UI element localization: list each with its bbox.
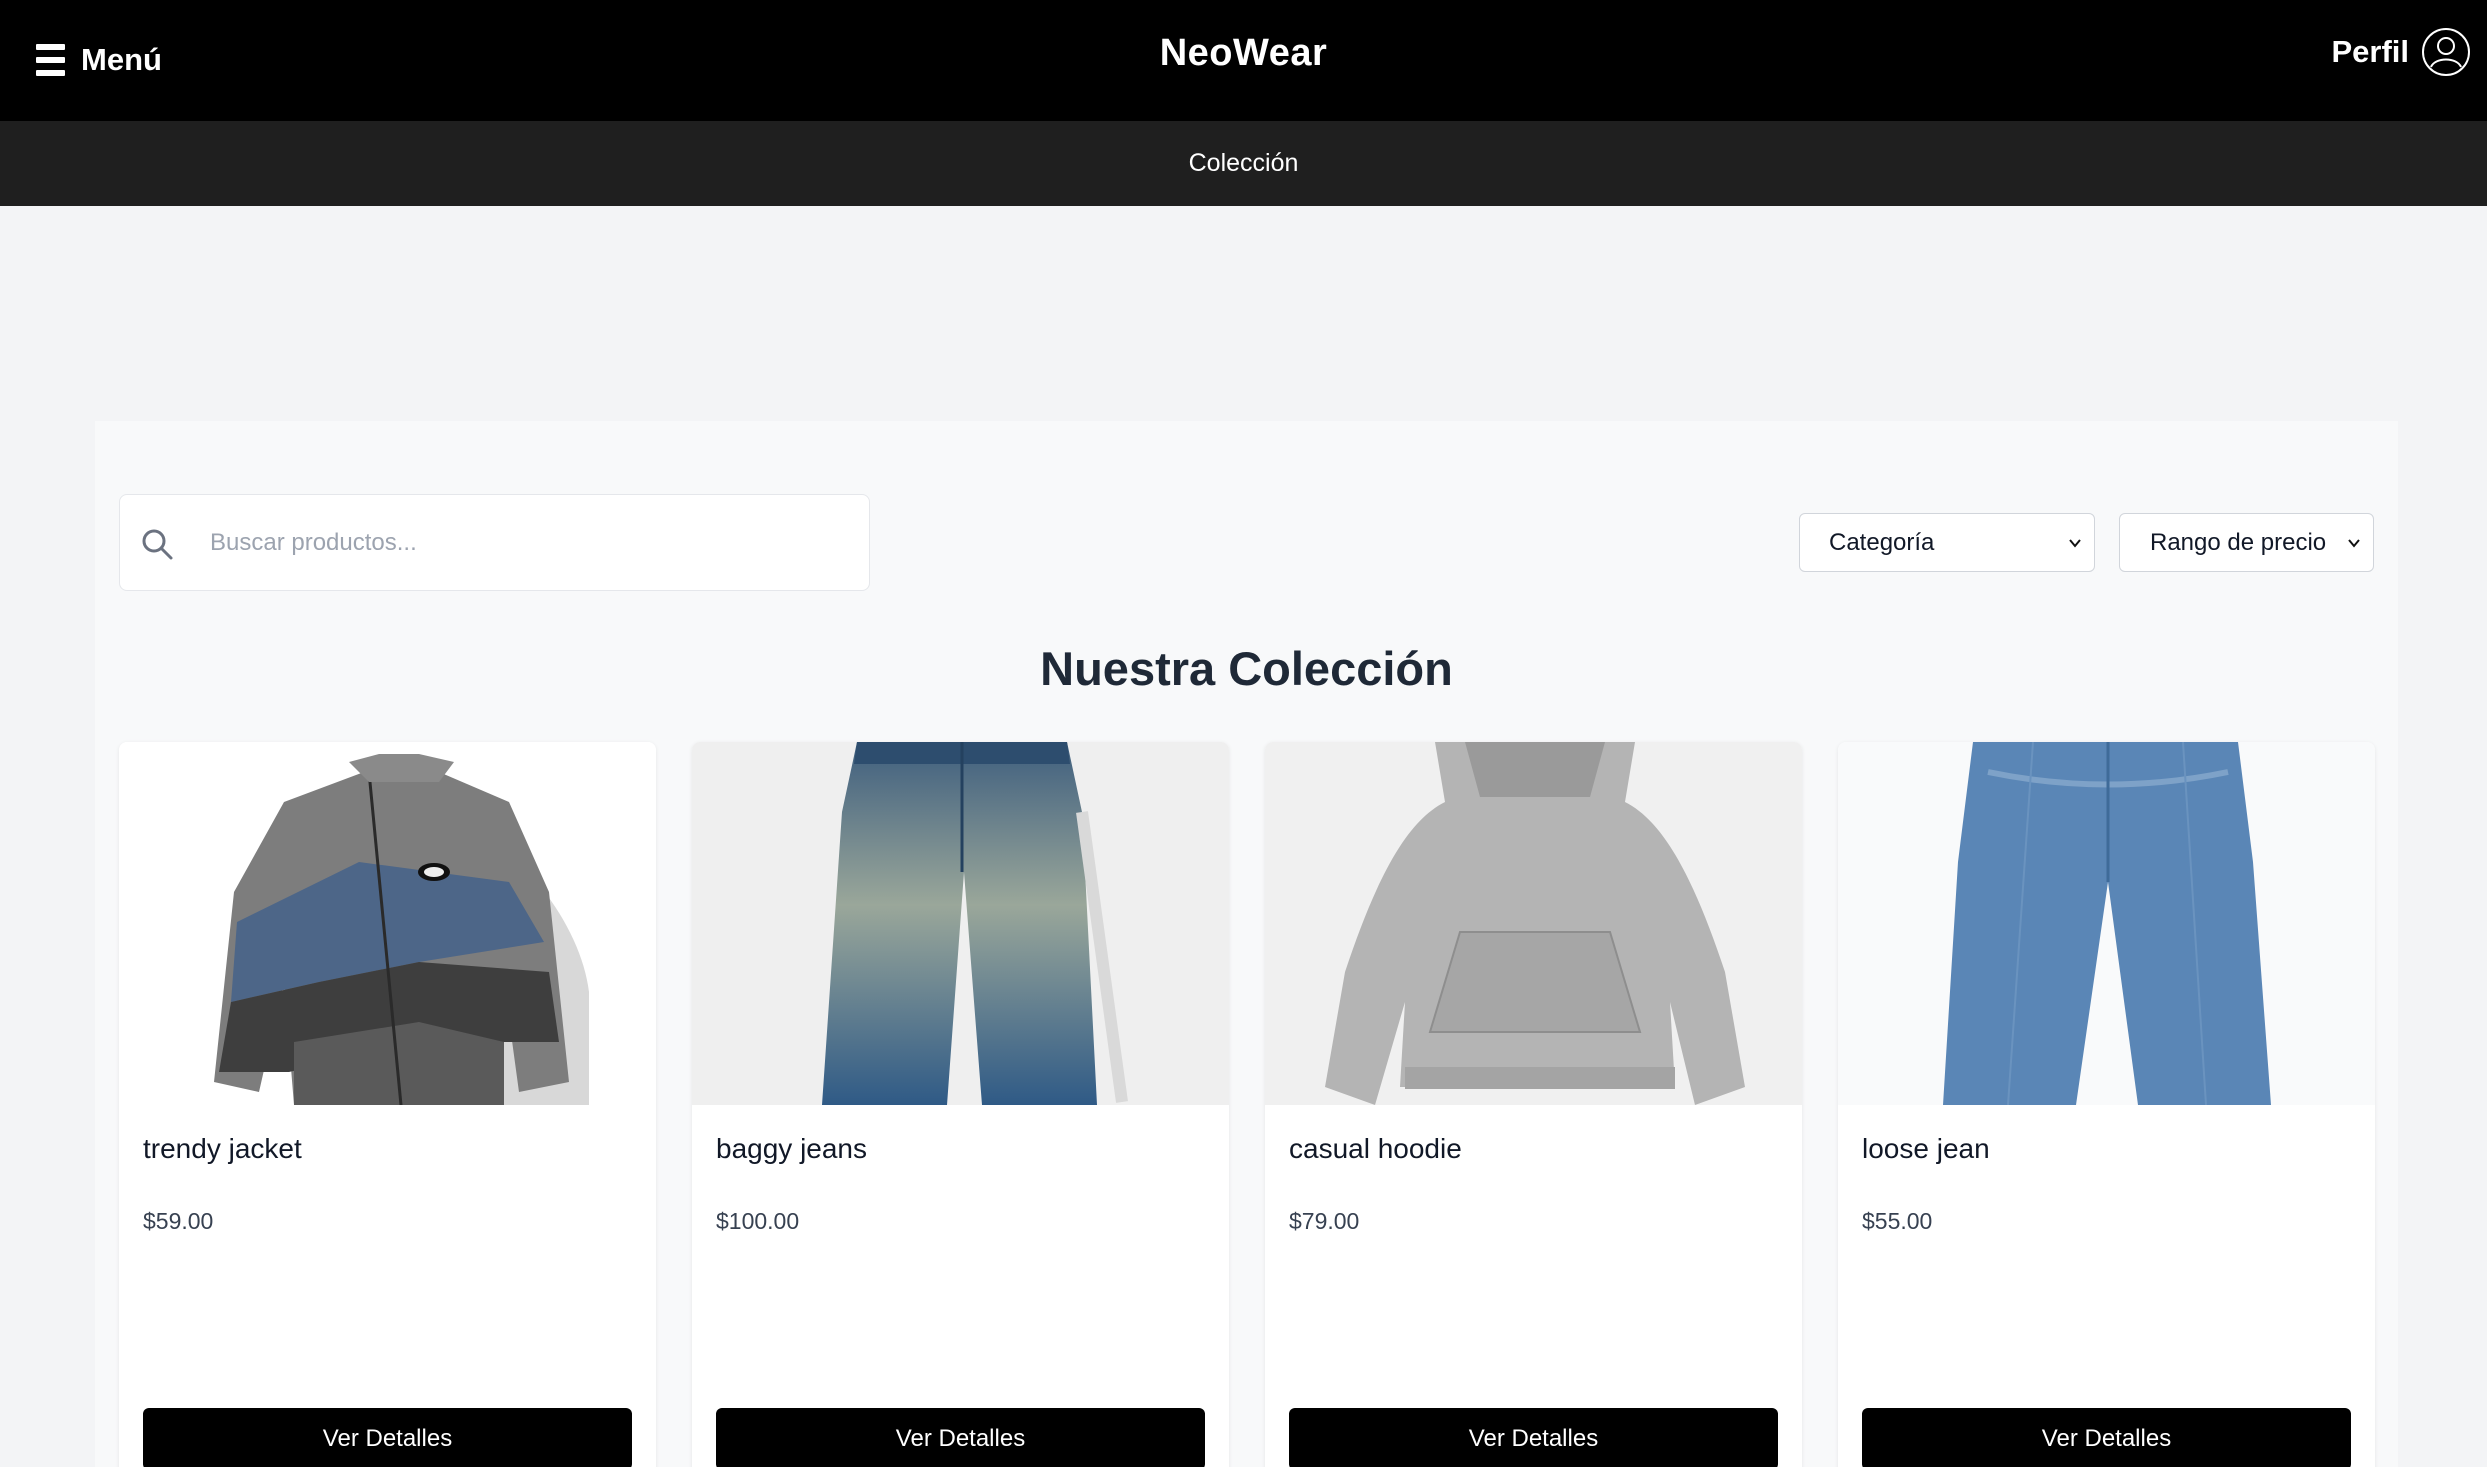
view-details-button[interactable]: Ver Detalles (143, 1408, 632, 1467)
search-icon (142, 529, 173, 560)
product-price: $55.00 (1862, 1208, 1933, 1234)
product-image[interactable] (1265, 742, 1802, 1105)
top-nav-bar: Menú NeoWear Perfil (0, 0, 2487, 121)
profile-button[interactable]: Perfil (2331, 26, 2471, 78)
product-card[interactable]: baggy jeans $100.00 Ver Detalles (692, 742, 1229, 1467)
product-image[interactable] (119, 742, 656, 1105)
brand-logo[interactable]: NeoWear (0, 32, 2487, 75)
view-details-button[interactable]: Ver Detalles (716, 1408, 1205, 1467)
category-select[interactable]: Categoría (1799, 513, 2095, 572)
product-name: casual hoodie (1289, 1133, 1462, 1164)
user-avatar-icon (2422, 28, 2470, 76)
product-card[interactable]: loose jean $55.00 Ver Detalles (1838, 742, 2375, 1467)
price-range-select-label: Rango de precio (2150, 528, 2327, 556)
view-details-button[interactable]: Ver Detalles (1862, 1408, 2351, 1467)
view-details-button[interactable]: Ver Detalles (1289, 1408, 1778, 1467)
hoodie-image (1265, 742, 1802, 1105)
product-image[interactable] (1838, 742, 2375, 1105)
product-name: trendy jacket (143, 1133, 302, 1164)
jacket-image (119, 742, 656, 1105)
jeans-image (1838, 742, 2375, 1105)
product-card[interactable]: casual hoodie $79.00 Ver Detalles (1265, 742, 1802, 1467)
product-name: loose jean (1862, 1133, 1990, 1164)
product-price: $59.00 (143, 1208, 214, 1234)
section-title: Nuestra Colección (1040, 642, 1453, 695)
product-price: $100.00 (716, 1208, 800, 1234)
search-box (119, 494, 870, 591)
nav-link-collection[interactable]: Colección (1189, 149, 1299, 178)
product-price: $79.00 (1289, 1208, 1360, 1234)
profile-label: Perfil (2331, 34, 2409, 69)
chevron-down-icon (2348, 539, 2360, 548)
catalog-panel: Categoría Rango de precio Nuestra Colecc… (95, 421, 2398, 1467)
jeans-image (692, 742, 1229, 1105)
product-name: baggy jeans (716, 1133, 868, 1164)
search-input[interactable] (210, 495, 850, 590)
sub-nav-bar: Colección (0, 121, 2487, 206)
price-range-select[interactable]: Rango de precio (2119, 513, 2374, 572)
product-card[interactable]: trendy jacket $59.00 Ver Detalles (119, 742, 656, 1467)
product-image[interactable] (692, 742, 1229, 1105)
chevron-down-icon (2069, 539, 2081, 548)
category-select-label: Categoría (1829, 528, 1935, 556)
